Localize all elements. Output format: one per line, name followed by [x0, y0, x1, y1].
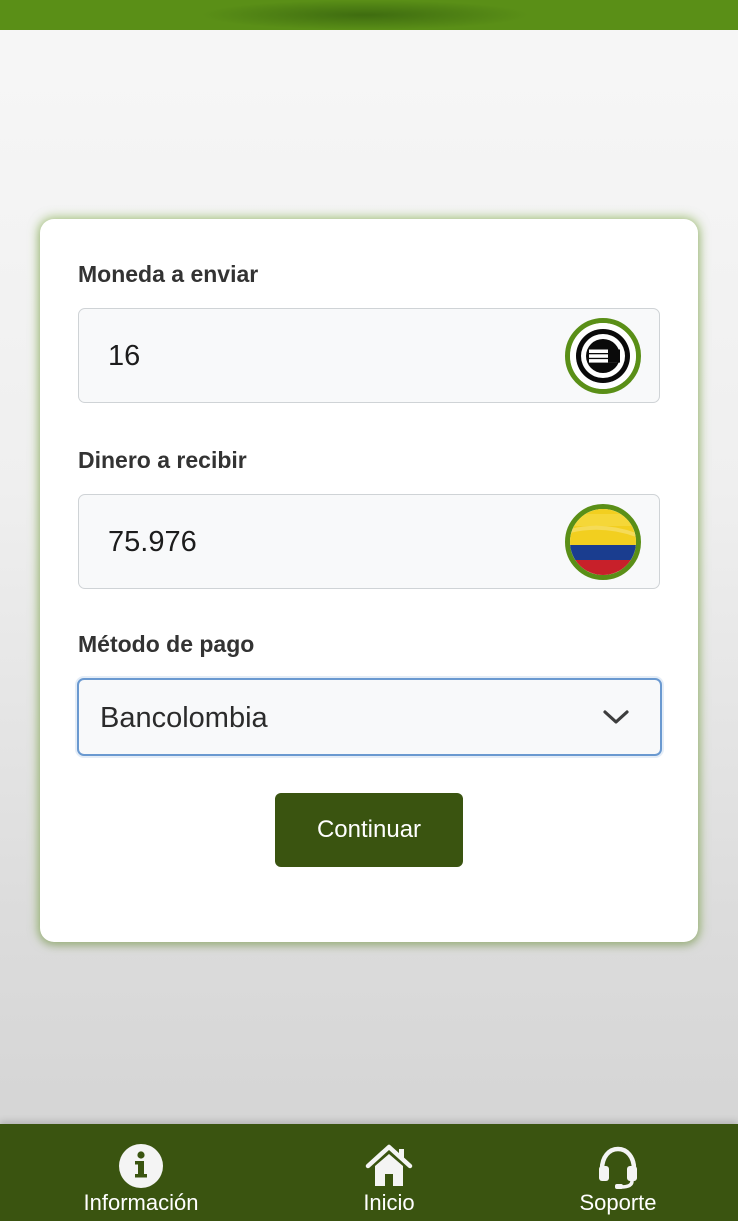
payment-method-label: Método de pago: [78, 631, 255, 657]
receive-money-label: Dinero a recibir: [78, 447, 247, 473]
nav-item-inicio[interactable]: Inicio: [330, 1124, 448, 1221]
send-currency-label: Moneda a enviar: [78, 261, 259, 287]
info-icon: [119, 1144, 163, 1188]
header-logo-shadow: [200, 0, 530, 30]
headset-icon: [599, 1146, 637, 1189]
crypto-coin-icon: [565, 318, 641, 394]
colombia-flag-icon: [565, 504, 641, 580]
receive-amount-field[interactable]: 75.976: [78, 494, 660, 589]
send-amount-field[interactable]: 16: [78, 308, 660, 403]
nav-label-inicio: Inicio: [363, 1190, 415, 1215]
payment-method-value: Bancolombia: [100, 702, 268, 734]
payment-method-select[interactable]: Bancolombia: [77, 678, 662, 756]
chevron-down-icon: [603, 710, 629, 724]
send-amount-value: 16: [108, 340, 141, 372]
bottom-navigation: Información Inicio Soporte: [0, 1124, 738, 1221]
nav-label-informacion: Información: [83, 1190, 199, 1215]
home-icon: [365, 1144, 413, 1186]
nav-item-soporte[interactable]: Soporte: [560, 1124, 676, 1221]
continue-button[interactable]: Continuar: [275, 793, 463, 867]
nav-label-soporte: Soporte: [579, 1190, 657, 1215]
receive-amount-value: 75.976: [108, 526, 197, 558]
nav-item-informacion[interactable]: Información: [70, 1124, 212, 1221]
exchange-form-card: Moneda a enviar 16 Dinero a recibir 75.9…: [40, 219, 698, 942]
